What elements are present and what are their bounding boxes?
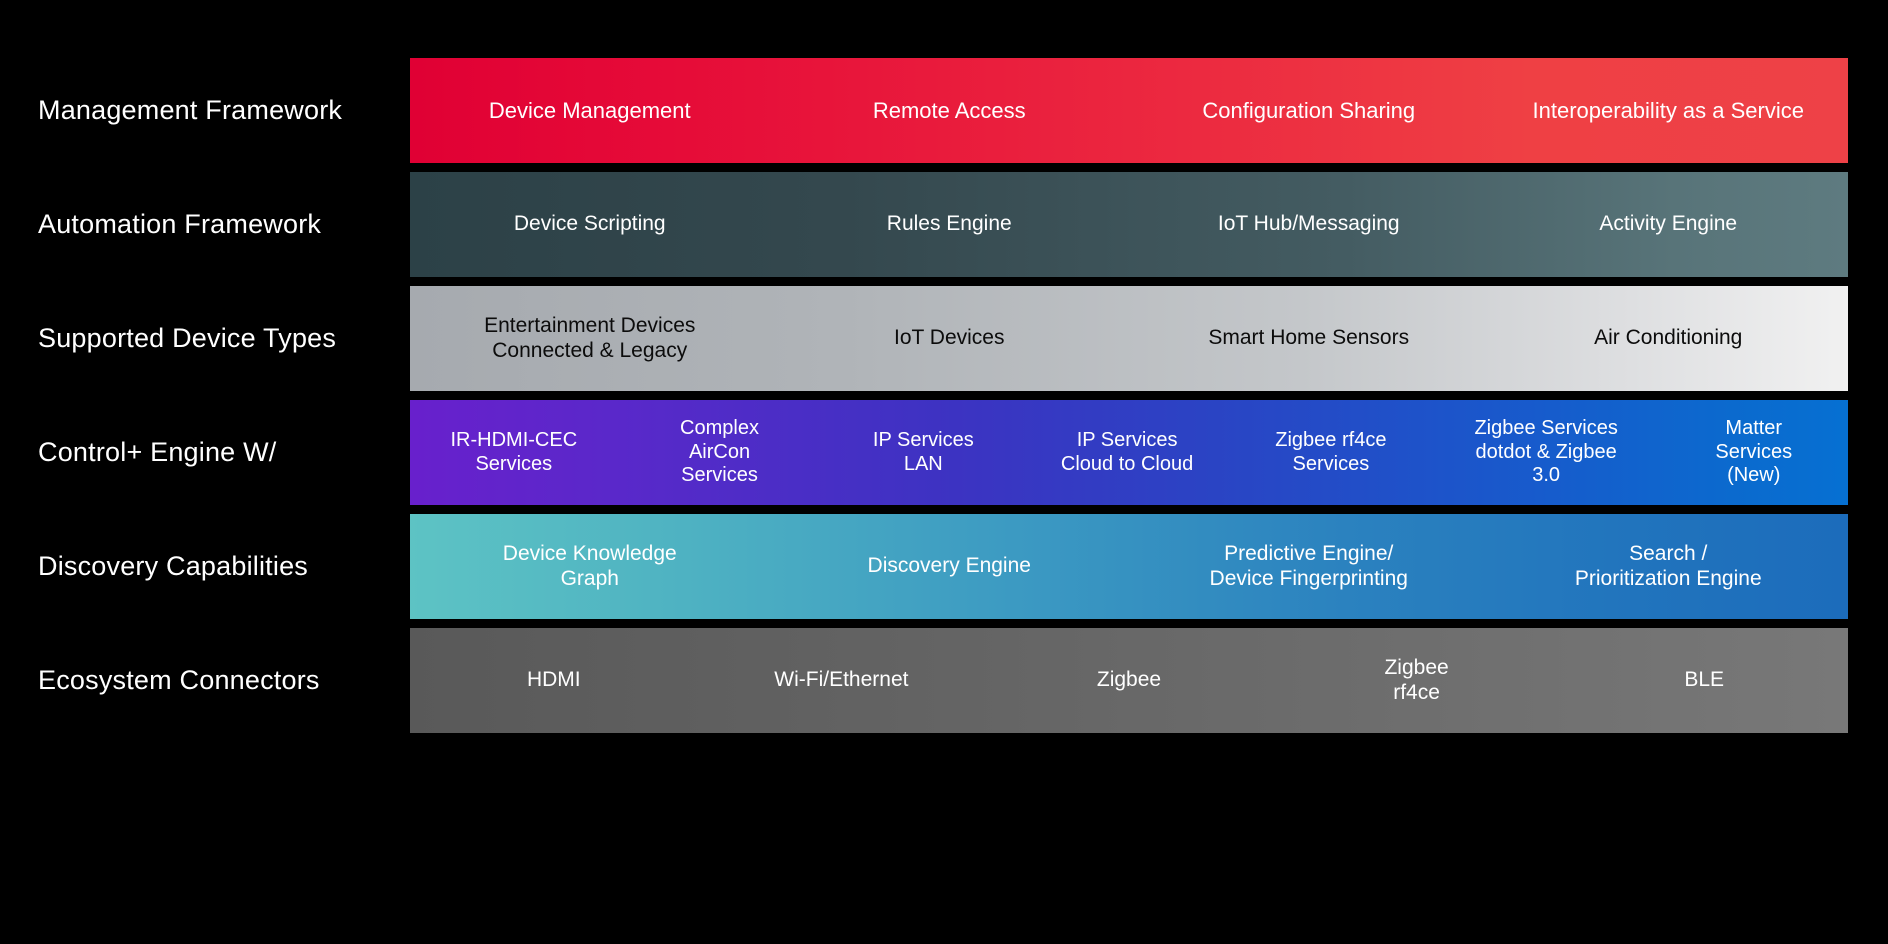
row-bar: Device Scripting Rules Engine IoT Hub/Mess… bbox=[410, 172, 1848, 277]
stack-row: Automation Framework Device Scripting Rule… bbox=[0, 172, 1888, 277]
stack-row: Management Framework Device Management Rem… bbox=[0, 58, 1888, 163]
row-bar: Device Knowledge Graph Discovery Engine Pr… bbox=[410, 514, 1848, 619]
row-bar: Device Management Remote Access Configurat… bbox=[410, 58, 1848, 163]
row-cell[interactable]: Zigbee rf4ce bbox=[1273, 656, 1561, 706]
row-cell[interactable]: IP Services LAN bbox=[821, 429, 1025, 476]
row-cell[interactable]: Device Scripting bbox=[410, 212, 770, 237]
row-label: Supported Device Types bbox=[38, 323, 337, 353]
row-cell[interactable]: Smart Home Sensors bbox=[1129, 326, 1489, 351]
row-cell[interactable]: Configuration Sharing bbox=[1129, 98, 1489, 124]
row-cell[interactable]: Wi-Fi/Ethernet bbox=[698, 668, 986, 693]
row-bar: IR-HDMI-CEC Services Complex AirCon Servi… bbox=[410, 400, 1848, 505]
row-cell[interactable]: Matter Services (New) bbox=[1660, 417, 1848, 488]
row-cell[interactable]: IoT Hub/Messaging bbox=[1129, 212, 1489, 237]
row-cell[interactable]: Search / Prioritization Engine bbox=[1489, 542, 1849, 592]
row-bar: Entertainment Devices Connected & Legacy… bbox=[410, 286, 1848, 391]
row-label: Discovery Capabilities bbox=[38, 551, 308, 581]
row-cell[interactable]: Zigbee rf4ce Services bbox=[1229, 429, 1433, 476]
row-cell[interactable]: Zigbee bbox=[985, 668, 1273, 693]
stack-row: Discovery Capabilities Device Knowledge G… bbox=[0, 514, 1888, 619]
row-cell[interactable]: Entertainment Devices Connected & Legacy bbox=[410, 314, 770, 364]
row-cell[interactable]: HDMI bbox=[410, 668, 698, 693]
stack-row: Supported Device Types Entertainment Devi… bbox=[0, 286, 1888, 391]
row-cell[interactable]: Predictive Engine/ Device Fingerprinting bbox=[1129, 542, 1489, 592]
row-cell[interactable]: Device Knowledge Graph bbox=[410, 542, 770, 592]
row-cell[interactable]: Remote Access bbox=[770, 98, 1130, 124]
row-cell[interactable]: Device Management bbox=[410, 98, 770, 124]
row-cell[interactable]: BLE bbox=[1560, 668, 1848, 693]
stack-row: Control+ Engine W/IR-HDMI-CEC Services Co… bbox=[0, 400, 1888, 505]
row-cell[interactable]: Activity Engine bbox=[1489, 212, 1849, 237]
row-cell[interactable]: Complex AirCon Services bbox=[618, 417, 822, 488]
row-cell[interactable]: Rules Engine bbox=[770, 212, 1130, 237]
row-label: Automation Framework bbox=[38, 209, 322, 239]
capability-stack-diagram: Management Framework Device Management Rem… bbox=[0, 0, 1888, 944]
row-cell[interactable]: Zigbee Services dotdot & Zigbee 3.0 bbox=[1433, 417, 1660, 488]
row-cell[interactable]: IoT Devices bbox=[770, 326, 1130, 351]
row-cell[interactable]: IP Services Cloud to Cloud bbox=[1025, 429, 1229, 476]
stack-row: Ecosystem Connectors HDMI Wi-Fi/Ethernet Zi… bbox=[0, 628, 1888, 733]
row-bar: HDMI Wi-Fi/Ethernet Zigbee Zigbee rf4ce BLE bbox=[410, 628, 1848, 733]
row-cell[interactable]: Discovery Engine bbox=[770, 554, 1130, 579]
row-label: Management Framework bbox=[38, 95, 343, 125]
row-cell[interactable]: IR-HDMI-CEC Services bbox=[410, 429, 618, 476]
row-cell[interactable]: Air Conditioning bbox=[1489, 326, 1849, 351]
row-cell[interactable]: Interoperability as a Service bbox=[1489, 98, 1849, 124]
row-label: Control+ Engine W/ bbox=[38, 437, 277, 467]
row-label: Ecosystem Connectors bbox=[38, 665, 320, 695]
